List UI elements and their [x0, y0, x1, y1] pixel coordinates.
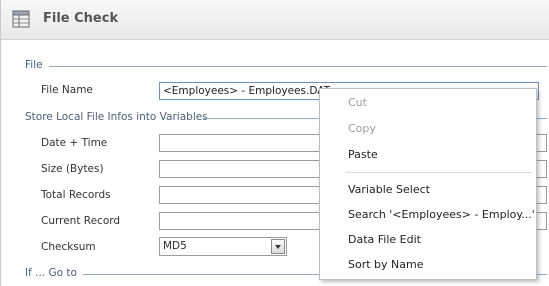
file-check-window: File Check File File Name <Employees> - …	[0, 0, 549, 286]
checksum-label: Checksum	[41, 241, 96, 253]
menu-item-paste[interactable]: Paste	[320, 144, 536, 166]
section-store-header: Store Local File Infos into Variables	[25, 111, 208, 123]
dropdown-button[interactable]	[271, 239, 285, 254]
menu-item-search[interactable]: Search '<Employees> - Employ...'	[320, 204, 536, 226]
title-bar: File Check	[1, 0, 549, 40]
menu-item-variable-select[interactable]: Variable Select	[320, 179, 536, 201]
menu-item-data-file-edit[interactable]: Data File Edit	[320, 229, 536, 251]
context-menu: Cut Copy Paste Variable Select Search '<…	[319, 88, 537, 280]
section-file-divider	[49, 66, 547, 67]
window-title: File Check	[43, 11, 119, 26]
file-name-label: File Name	[41, 84, 93, 96]
checksum-select[interactable]: MD5	[159, 237, 287, 256]
table-grid-icon	[12, 10, 30, 28]
menu-item-sort-by-name[interactable]: Sort by Name	[320, 254, 536, 276]
menu-item-copy[interactable]: Copy	[320, 118, 536, 140]
size-bytes-label: Size (Bytes)	[41, 163, 104, 175]
total-records-label: Total Records	[41, 189, 111, 201]
date-time-label: Date + Time	[41, 137, 108, 149]
section-file-header: File	[25, 59, 43, 71]
chevron-down-icon	[275, 245, 281, 249]
checksum-value: MD5	[163, 240, 187, 252]
current-record-label: Current Record	[41, 215, 121, 227]
menu-separator	[346, 172, 532, 173]
section-ifgoto-header: If ... Go to	[25, 267, 77, 279]
menu-item-cut[interactable]: Cut	[320, 92, 536, 114]
